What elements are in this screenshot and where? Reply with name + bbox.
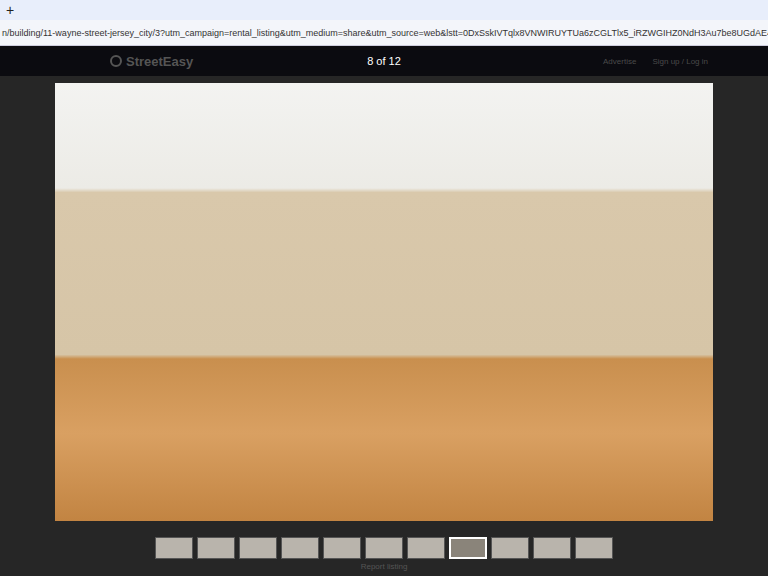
thumbnail[interactable] [197,537,235,559]
page: + n/building/11-wayne-street-jersey_city… [0,0,768,576]
address-bar[interactable]: n/building/11-wayne-street-jersey_city/3… [0,20,768,46]
site-header: StreetEasy 8 of 12 AdvertiseSign up / Lo… [0,46,768,76]
thumbnail[interactable] [155,537,193,559]
thumbnail[interactable] [281,537,319,559]
thumbnail[interactable] [491,537,529,559]
thumbnail[interactable] [449,537,487,559]
thumbnail[interactable] [323,537,361,559]
report-listing-link[interactable]: Report listing [361,562,408,571]
header-link[interactable]: Advertise [603,57,636,66]
new-tab-button[interactable]: + [6,2,14,18]
browser-tab-bar: + [0,0,768,20]
gallery-overlay: Report listing [0,76,768,576]
header-links: Advertise Sign up / Log in [603,57,708,66]
logo-icon [110,55,122,67]
thumbnail[interactable] [365,537,403,559]
thumbnail[interactable] [533,537,571,559]
thumbnail[interactable] [239,537,277,559]
thumbnail-strip [155,537,613,559]
header-link[interactable]: Sign up / Log in [652,57,708,66]
thumbnail[interactable] [575,537,613,559]
url-text[interactable]: n/building/11-wayne-street-jersey_city/3… [2,28,768,38]
thumbnail[interactable] [407,537,445,559]
logo[interactable]: StreetEasy [110,54,193,69]
room-photo [55,83,713,521]
